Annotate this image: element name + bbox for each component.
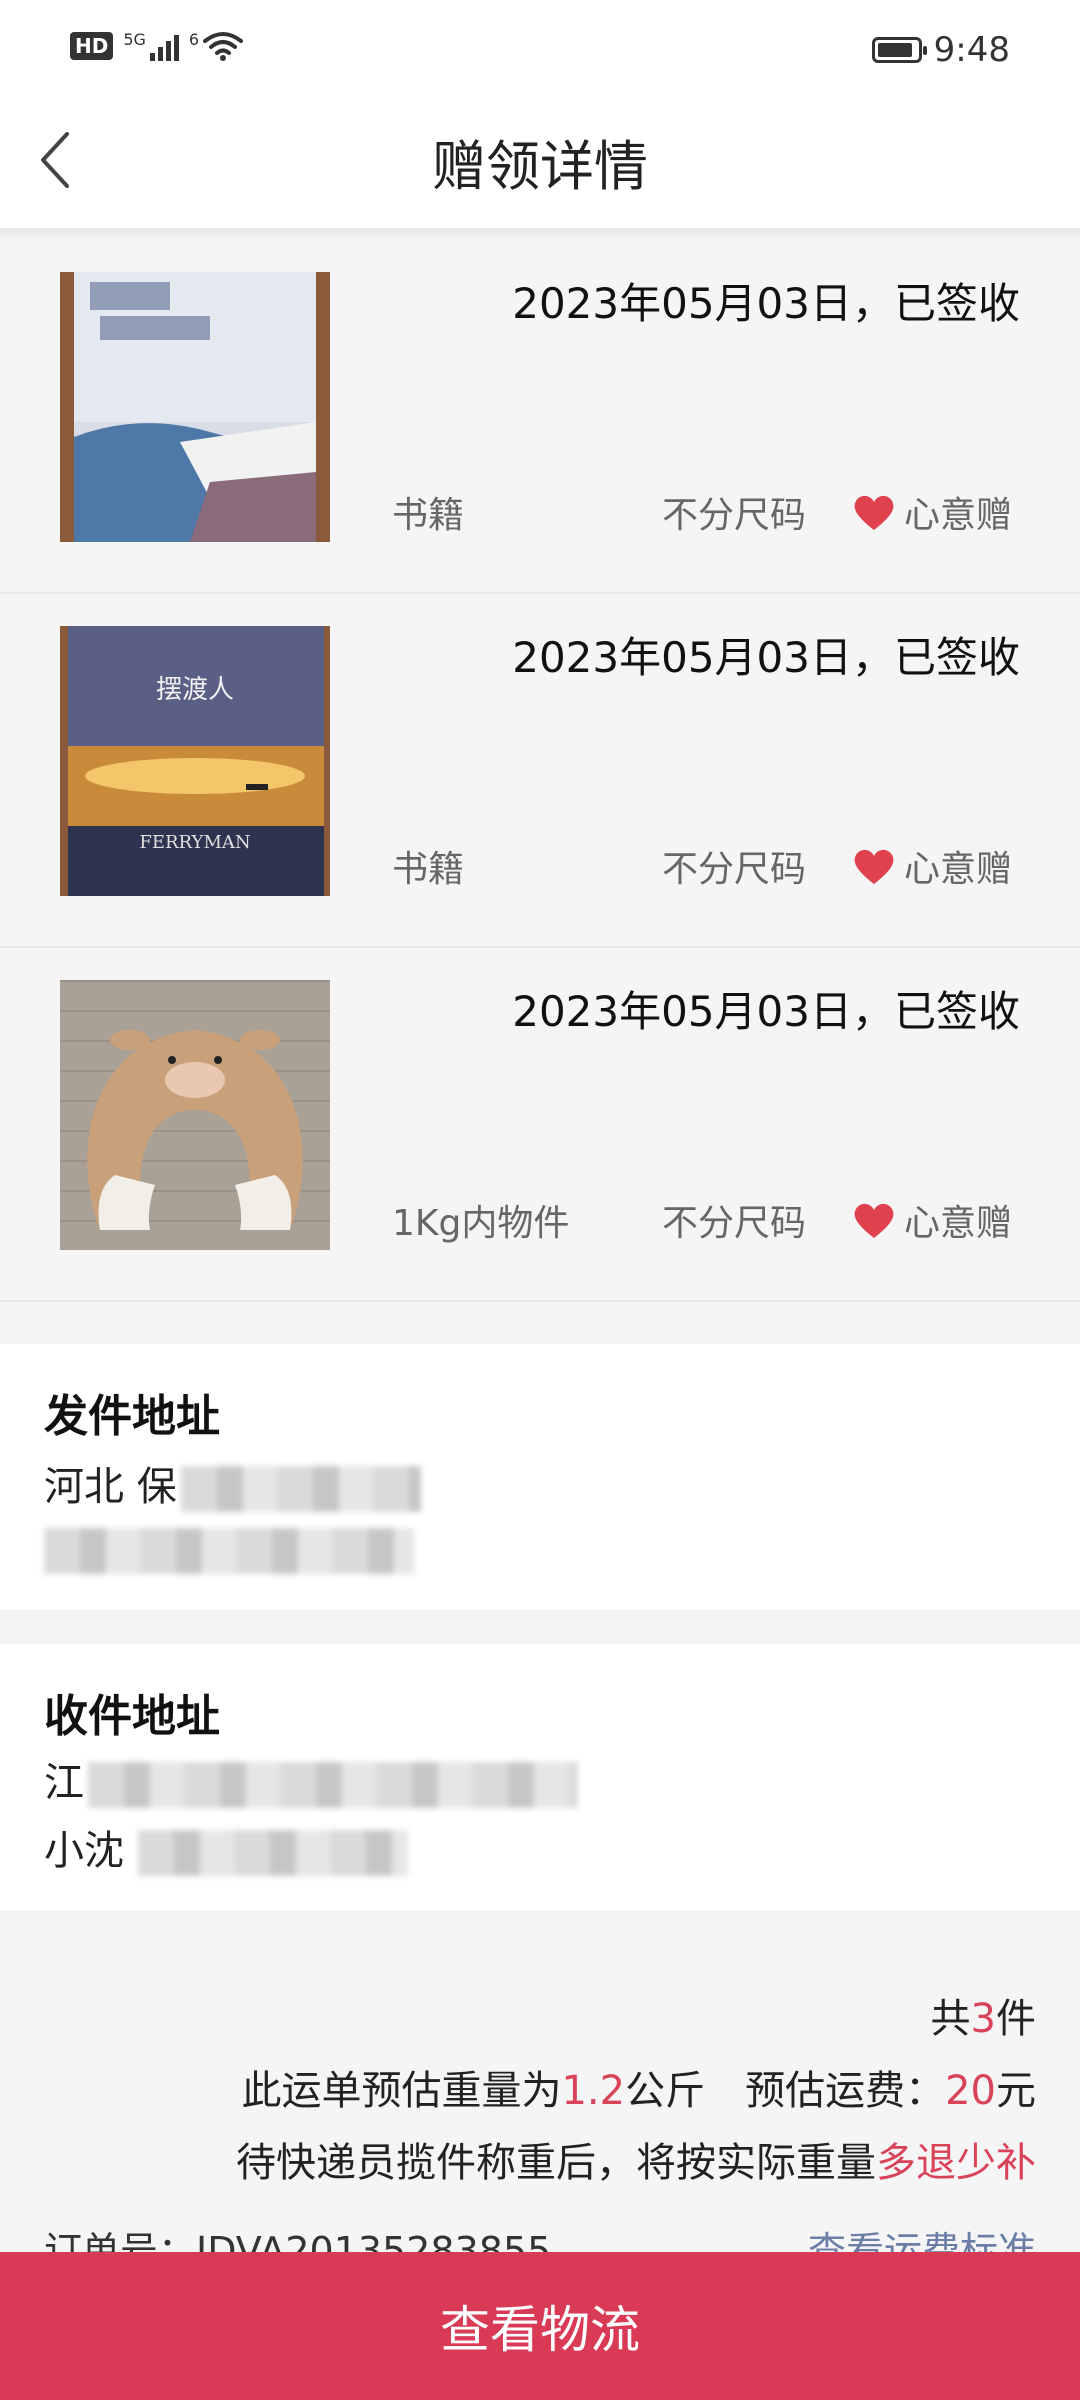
weight-value: 1.2 — [561, 2068, 626, 2114]
receiver-name: 小沈 — [44, 1828, 124, 1874]
cover-title: 摆渡人 — [156, 675, 234, 705]
item-count: 共3件 — [931, 1986, 1036, 2044]
fee-label: 预估运费： — [745, 2068, 946, 2114]
redacted-text — [138, 1830, 408, 1876]
heart-icon — [854, 849, 894, 884]
heart-icon — [854, 495, 894, 530]
status-right: 9:48 — [871, 30, 1010, 70]
count-prefix: 共 — [930, 1996, 971, 2042]
fee-unit: 元 — [996, 2068, 1036, 2114]
item-tag: 心意赠 — [852, 840, 1012, 892]
item-thumbnail — [60, 272, 330, 542]
item-category: 书籍 — [392, 495, 465, 536]
heart-icon — [854, 1203, 894, 1238]
weight-fee-line: 此运单预估重量为1.2公斤 预估运费：20元 — [241, 2058, 1036, 2116]
clock: 9:48 — [933, 30, 1010, 70]
status-left: HD 5G 6 — [70, 30, 244, 62]
item-tag: 心意赠 — [852, 486, 1012, 538]
item-tag-label: 心意赠 — [903, 1203, 1012, 1244]
wifi-label: 6 — [188, 30, 200, 49]
weight-unit: 公斤 — [625, 2068, 706, 2114]
fee-value: 20 — [945, 2068, 996, 2114]
item-date: 2023年05月03日，已签收 — [512, 987, 1020, 1036]
cover-subtitle: FERRYMAN — [139, 832, 250, 853]
note-prefix: 待快递员揽件称重后，将按实际重量 — [236, 2140, 876, 2186]
book-cover-image: 摆渡人 FERRYMAN — [60, 626, 330, 896]
item-category: 书籍 — [392, 849, 465, 890]
count-suffix: 件 — [996, 1996, 1036, 2042]
receiver-line-1: 江 — [44, 1750, 578, 1808]
sender-title: 发件地址 — [44, 1391, 220, 1442]
page-title: 赠领详情 — [432, 135, 648, 198]
receiver-region: 江 — [44, 1760, 84, 1806]
item-category: 1Kg内物件 — [392, 1203, 570, 1244]
redacted-text — [88, 1762, 578, 1808]
weight-note: 待快递员揽件称重后，将按实际重量多退少补 — [236, 2130, 1036, 2188]
item-list: 2023年05月03日，已签收 书籍 不分尺码 心意赠 摆渡人 FERRYMAN — [0, 240, 1080, 1302]
receiver-title: 收件地址 — [44, 1691, 220, 1742]
item-size: 不分尺码 — [662, 849, 807, 890]
signal-icon — [149, 31, 179, 61]
status-bar: HD 5G 6 9:48 — [0, 0, 1080, 100]
item-size: 不分尺码 — [662, 495, 807, 536]
item-thumbnail — [60, 980, 330, 1250]
wifi-icon — [203, 32, 244, 61]
item-tag-label: 心意赠 — [903, 495, 1012, 536]
item-size: 不分尺码 — [662, 1203, 807, 1244]
hd-badge: HD — [70, 32, 114, 60]
list-item[interactable]: 2023年05月03日，已签收 书籍 不分尺码 心意赠 — [0, 240, 1080, 594]
item-date: 2023年05月03日，已签收 — [512, 279, 1020, 328]
count-value: 3 — [970, 1996, 996, 2042]
battery-level — [877, 43, 912, 57]
list-item[interactable]: 2023年05月03日，已签收 1Kg内物件 不分尺码 心意赠 — [0, 948, 1080, 1302]
sender-line-1: 河北 保 — [44, 1454, 421, 1512]
weight-prefix: 此运单预估重量为 — [241, 2068, 562, 2114]
item-tag-label: 心意赠 — [903, 849, 1012, 890]
sender-line-2 — [44, 1526, 414, 1574]
redacted-text — [44, 1528, 414, 1574]
item-date: 2023年05月03日，已签收 — [512, 633, 1020, 682]
nav-bar: 赠领详情 — [0, 100, 1080, 228]
note-highlight: 多退少补 — [876, 2140, 1036, 2186]
item-thumbnail: 摆渡人 FERRYMAN — [60, 626, 330, 896]
list-item[interactable]: 摆渡人 FERRYMAN 2023年05月03日，已签收 书籍 不分尺码 心意赠 — [0, 594, 1080, 948]
book-cover-image — [60, 272, 330, 542]
battery-icon — [871, 37, 927, 63]
receiver-line-2: 小沈 — [44, 1818, 408, 1876]
item-tag: 心意赠 — [852, 1194, 1012, 1246]
nav-divider — [0, 228, 1080, 240]
receiver-address-card: 收件地址 江 小沈 — [0, 1644, 1080, 1910]
signal-label: 5G — [123, 30, 146, 49]
sender-region: 河北 保 — [44, 1464, 177, 1510]
view-logistics-button[interactable]: 查看物流 — [0, 2252, 1080, 2400]
sender-address-card: 发件地址 河北 保 — [0, 1344, 1080, 1610]
neck-pillow-image — [60, 980, 330, 1250]
redacted-text — [180, 1466, 421, 1512]
